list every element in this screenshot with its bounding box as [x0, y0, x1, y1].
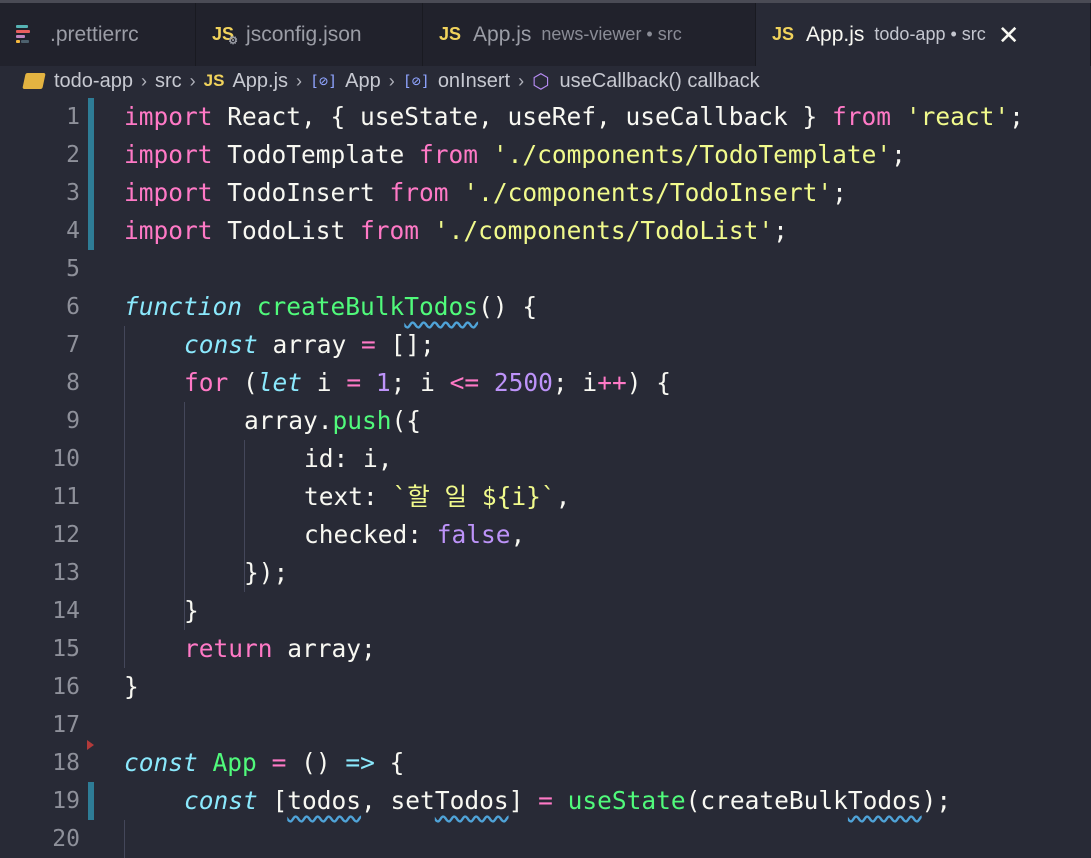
code-text: text: `할 일 ${i}`,: [304, 482, 571, 511]
line-number: 9: [66, 408, 80, 434]
code-text: import TodoList from './components/TodoL…: [124, 216, 788, 245]
code-text: const App = () => {: [124, 748, 405, 777]
modified-line-marker: [88, 174, 94, 212]
breadcrumb-item-oninsert[interactable]: onInsert: [438, 70, 510, 93]
line-number: 16: [52, 674, 80, 700]
code-line: 2 import TodoTemplate from './components…: [0, 136, 1091, 174]
tab-label: App.js: [473, 22, 532, 46]
chevron-right-icon: ›: [388, 70, 395, 91]
line-number: 3: [66, 180, 80, 206]
code-line: 19 const [todos, setTodos] = useState(cr…: [0, 782, 1091, 820]
code-line: 16 }: [0, 668, 1091, 706]
js-file-icon: JS: [203, 71, 225, 90]
modified-line-marker: [88, 98, 94, 136]
code-line: 12 checked: false,: [0, 516, 1091, 554]
breadcrumb: todo-app › src › JS App.js › [⊘] App › […: [0, 66, 1091, 96]
code-line: 5: [0, 250, 1091, 288]
code-text: checked: false,: [304, 520, 526, 549]
line-number: 10: [52, 446, 80, 472]
modified-line-marker: [88, 136, 94, 174]
folder-icon: [22, 73, 46, 89]
symbol-method-icon: ⬡: [532, 70, 550, 93]
close-icon[interactable]: ✕: [998, 22, 1020, 48]
code-text: const [todos, setTodos] = useState(creat…: [184, 786, 952, 815]
tab-prettierrc[interactable]: .prettierrc: [0, 3, 196, 66]
breadcrumb-item-todo-app[interactable]: todo-app: [54, 70, 133, 93]
modified-line-marker: [88, 782, 94, 820]
chevron-right-icon: ›: [189, 70, 196, 91]
tab-jsconfig[interactable]: JS ⚙ jsconfig.json: [196, 3, 423, 66]
code-line: 10 id: i,: [0, 440, 1091, 478]
symbol-variable-icon: [⊘]: [402, 72, 430, 90]
code-line: 20: [0, 820, 1091, 858]
tab-app-js-todo-app[interactable]: JS App.js todo-app • src ✕: [756, 3, 1091, 66]
chevron-right-icon: ›: [140, 70, 147, 91]
tab-label: .prettierrc: [50, 22, 139, 46]
code-line: 1 import React, { useState, useRef, useC…: [0, 98, 1091, 136]
code-text: }: [124, 672, 139, 701]
code-text: });: [244, 558, 289, 587]
line-number: 20: [52, 826, 80, 852]
code-line: 15 return array;: [0, 630, 1091, 668]
code-line: 11 text: `할 일 ${i}`,: [0, 478, 1091, 516]
deleted-line-marker: [87, 740, 94, 750]
code-text: }: [184, 596, 199, 625]
line-number: 7: [66, 332, 80, 358]
code-line: 4 import TodoList from './components/Tod…: [0, 212, 1091, 250]
line-number: 11: [52, 484, 80, 510]
code-line: 18 const App = () => {: [0, 740, 1091, 782]
code-text: array.push({: [244, 406, 422, 435]
line-number: 4: [66, 218, 80, 244]
code-line: 17: [0, 706, 1091, 744]
symbol-variable-icon: [⊘]: [310, 72, 338, 90]
code-text: import TodoTemplate from './components/T…: [124, 140, 906, 169]
breadcrumb-item-usecallback[interactable]: useCallback() callback: [560, 70, 760, 93]
line-number: 12: [52, 522, 80, 548]
line-number: 8: [66, 370, 80, 396]
code-text: const array = [];: [184, 330, 435, 359]
line-number: 2: [66, 142, 80, 168]
chevron-right-icon: ›: [296, 70, 303, 91]
breadcrumb-item-app[interactable]: App: [345, 70, 381, 93]
line-number: 18: [52, 750, 80, 776]
code-text: function createBulkTodos() {: [124, 292, 538, 321]
prettier-icon: [16, 24, 34, 46]
code-line: 6 function createBulkTodos() {: [0, 288, 1091, 326]
code-editor[interactable]: 1 import React, { useState, useRef, useC…: [0, 98, 1091, 858]
code-line: 3 import TodoInsert from './components/T…: [0, 174, 1091, 212]
code-text: import React, { useState, useRef, useCal…: [124, 102, 1024, 131]
tab-description: todo-app • src: [874, 24, 986, 44]
modified-line-marker: [88, 212, 94, 250]
breadcrumb-item-app-js[interactable]: App.js: [232, 70, 288, 93]
tab-description: news-viewer • src: [541, 24, 682, 44]
js-file-icon: JS: [439, 24, 462, 44]
line-number: 6: [66, 294, 80, 320]
code-line: 14 }: [0, 592, 1091, 630]
tab-label: App.js: [806, 22, 865, 46]
line-number: 15: [52, 636, 80, 662]
line-number: 5: [66, 256, 80, 282]
line-number: 17: [52, 712, 80, 738]
code-text: id: i,: [304, 444, 393, 473]
code-text: import TodoInsert from './components/Tod…: [124, 178, 847, 207]
line-number: 19: [52, 788, 80, 814]
json-settings-icon: JS ⚙: [212, 24, 239, 47]
breadcrumb-item-src[interactable]: src: [155, 70, 182, 93]
line-number: 1: [66, 104, 80, 130]
tab-app-js-news-viewer[interactable]: JS App.js news-viewer • src: [423, 3, 756, 66]
tab-label: jsconfig.json: [246, 22, 362, 46]
js-file-icon: JS: [772, 24, 795, 44]
editor-tab-bar: .prettierrc JS ⚙ jsconfig.json JS App.js …: [0, 0, 1091, 66]
line-number: 14: [52, 598, 80, 624]
code-text: return array;: [184, 634, 376, 663]
chevron-right-icon: ›: [518, 70, 525, 91]
code-line: 9 array.push({: [0, 402, 1091, 440]
code-text: for (let i = 1; i <= 2500; i++) {: [184, 368, 671, 397]
code-line: 13 });: [0, 554, 1091, 592]
code-line: 7 const array = [];: [0, 326, 1091, 364]
code-line: 8 for (let i = 1; i <= 2500; i++) {: [0, 364, 1091, 402]
line-number: 13: [52, 560, 80, 586]
